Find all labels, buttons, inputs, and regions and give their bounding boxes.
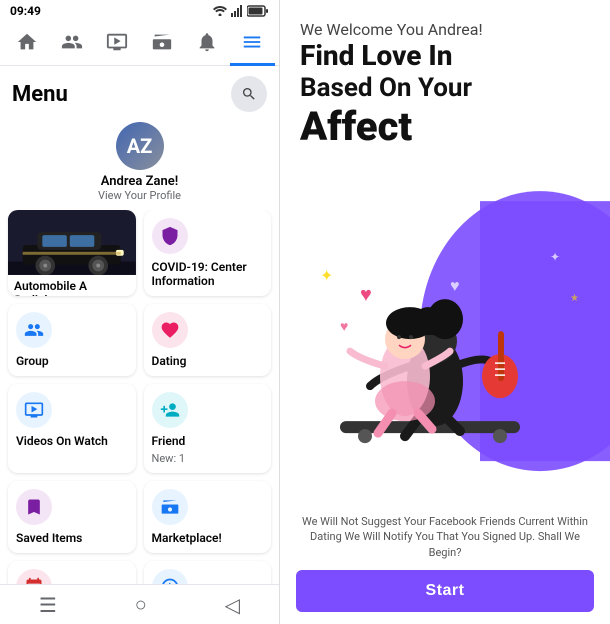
- signal-icon: [231, 5, 243, 17]
- search-button[interactable]: [231, 76, 267, 112]
- person-add-icon: [160, 400, 180, 420]
- clock-icon: [160, 577, 180, 584]
- play-icon: [24, 400, 44, 420]
- nav-bar: [0, 22, 279, 66]
- saved-label: Saved Items: [16, 531, 128, 545]
- friend-label: Friend: [152, 434, 264, 448]
- calendar-icon: [24, 577, 44, 584]
- status-time: 09:49: [10, 4, 41, 18]
- nav-video-icon[interactable]: [94, 22, 139, 66]
- covid-label: COVID-19: Center Information: [152, 260, 264, 288]
- car-info: Automobile A Pedials Published Ad 4 Hour…: [8, 275, 136, 296]
- store-icon: [160, 497, 180, 517]
- svg-text:♥: ♥: [450, 276, 460, 295]
- dating-label: Dating: [152, 354, 264, 368]
- dating-footer: We Will Not Suggest Your Facebook Friend…: [280, 502, 610, 624]
- car-illustration: [8, 210, 136, 275]
- menu-item-videos[interactable]: Videos On Watch: [8, 384, 136, 473]
- svg-text:★: ★: [570, 293, 579, 304]
- menu-item-marketplace[interactable]: Marketplace!: [144, 481, 272, 553]
- saved-icon: [16, 489, 52, 525]
- nav-shop-icon[interactable]: [140, 22, 185, 66]
- menu-item-car[interactable]: Automobile A Pedials Published Ad 4 Hour…: [8, 210, 136, 296]
- left-panel: 09:49: [0, 0, 280, 624]
- menu-item-friend[interactable]: Friend New: 1: [144, 384, 272, 473]
- menu-item-remember[interactable]: Remember New: 1: [144, 561, 272, 584]
- menu-title: Menu: [12, 82, 68, 107]
- group-icon: [16, 312, 52, 348]
- car-image: [8, 210, 136, 275]
- videos-label: Videos On Watch: [16, 434, 128, 448]
- bottom-menu-icon[interactable]: ☰: [39, 593, 57, 617]
- svg-text:♥: ♥: [360, 282, 372, 306]
- covid-icon: [152, 218, 188, 254]
- dating-illustration: ♥ ♥ ♥ ✦ ✦ ★: [280, 160, 610, 502]
- svg-text:✦: ✦: [550, 250, 560, 264]
- menu-item-dating[interactable]: Dating: [144, 304, 272, 376]
- people-icon: [24, 320, 44, 340]
- bottom-back-icon[interactable]: ◁: [225, 593, 240, 617]
- heart-icon: [160, 320, 180, 340]
- car-title: Automobile A: [14, 279, 130, 293]
- svg-text:✦: ✦: [320, 266, 333, 285]
- status-icons: [213, 5, 269, 17]
- remember-icon: [152, 569, 188, 584]
- dating-welcome: We Welcome You Andrea!: [300, 20, 590, 39]
- avatar: AZ: [116, 122, 164, 170]
- dating-footer-text: We Will Not Suggest Your Facebook Friend…: [296, 514, 594, 560]
- friend-sublabel: New: 1: [152, 452, 264, 465]
- menu-item-group[interactable]: Group: [8, 304, 136, 376]
- dating-icon: [152, 312, 188, 348]
- right-panel: We Welcome You Andrea! Find Love In Base…: [280, 0, 610, 624]
- nav-bell-icon[interactable]: [185, 22, 230, 66]
- dating-card: We Welcome You Andrea! Find Love In Base…: [280, 0, 610, 624]
- marketplace-icon: [152, 489, 188, 525]
- menu-item-event[interactable]: Event: [8, 561, 136, 584]
- start-button[interactable]: Start: [296, 570, 594, 612]
- bottom-home-icon[interactable]: ○: [135, 592, 147, 617]
- menu-item-covid[interactable]: COVID-19: Center Information: [144, 210, 272, 296]
- dating-affect: Affect: [300, 103, 590, 150]
- profile-section[interactable]: AZ Andrea Zane! View Your Profile: [0, 116, 279, 210]
- nav-home-icon[interactable]: [4, 22, 49, 66]
- video-icon: [16, 392, 52, 428]
- nav-bottom: ☰ ○ ◁: [0, 584, 279, 624]
- battery-icon: [247, 5, 269, 17]
- search-icon: [241, 86, 257, 102]
- status-bar: 09:49: [0, 0, 279, 22]
- view-profile-link[interactable]: View Your Profile: [98, 189, 181, 202]
- marketplace-label: Marketplace!: [152, 531, 264, 545]
- shield-icon: [160, 226, 180, 246]
- svg-text:♥: ♥: [340, 319, 348, 335]
- dating-header: We Welcome You Andrea! Find Love In Base…: [280, 0, 610, 160]
- event-icon: [16, 569, 52, 584]
- profile-name: Andrea Zane!: [101, 174, 178, 189]
- menu-grid: Automobile A Pedials Published Ad 4 Hour…: [0, 210, 279, 584]
- avatar-initials: AZ: [127, 134, 153, 158]
- car-subtitle: Pedials: [14, 293, 130, 296]
- menu-header: Menu: [0, 66, 279, 116]
- wifi-icon: [213, 6, 227, 16]
- group-label: Group: [16, 354, 128, 368]
- couple-svg: ♥ ♥ ♥ ✦ ✦ ★: [280, 160, 610, 502]
- friend-icon: [152, 392, 188, 428]
- dating-subtitle: Based On Your: [300, 73, 590, 103]
- menu-item-saved[interactable]: Saved Items: [8, 481, 136, 553]
- dating-title: Find Love In: [300, 39, 590, 73]
- nav-people-icon[interactable]: [49, 22, 94, 66]
- bookmark-icon: [24, 497, 44, 517]
- nav-menu-icon[interactable]: [230, 22, 275, 66]
